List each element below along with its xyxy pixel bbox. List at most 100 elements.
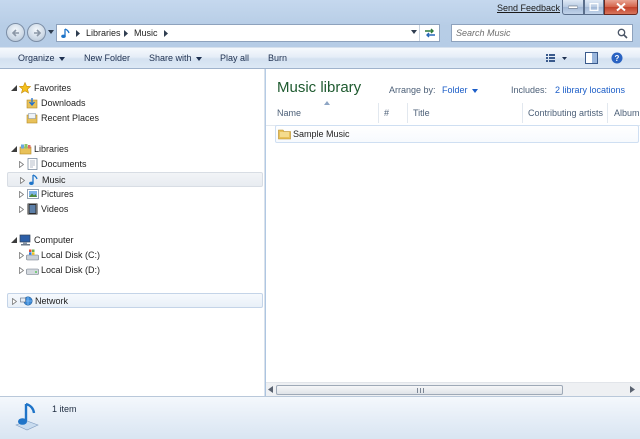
chevron-down-icon <box>471 88 478 93</box>
column-contributing-artists[interactable]: Contributing artists <box>528 108 603 118</box>
breadcrumb-libraries[interactable]: Libraries <box>86 28 121 38</box>
breadcrumb-chevron-icon[interactable] <box>164 30 168 37</box>
breadcrumb-music[interactable]: Music <box>134 28 158 38</box>
horizontal-scrollbar[interactable] <box>266 382 640 396</box>
new-folder-button[interactable]: New Folder <box>84 53 130 63</box>
expand-arrow-icon[interactable] <box>19 252 24 259</box>
expand-arrow-icon[interactable] <box>19 191 24 198</box>
tree-label: Recent Places <box>41 113 100 123</box>
downloads-folder-icon <box>26 98 38 109</box>
address-separator <box>419 25 420 41</box>
details-pane: 1 item <box>0 396 640 439</box>
address-history-dropdown-icon[interactable] <box>411 30 417 34</box>
back-button[interactable] <box>6 23 25 42</box>
chevron-down-icon <box>58 56 65 61</box>
system-drive-icon <box>26 249 39 261</box>
music-library-icon <box>15 402 39 431</box>
expand-arrow-icon[interactable] <box>20 177 25 184</box>
scrollbar-thumb[interactable] <box>276 385 563 395</box>
scrollbar-grip <box>417 388 424 393</box>
column-name[interactable]: Name <box>277 108 301 118</box>
tree-item-music[interactable]: Music <box>7 172 263 187</box>
column-track-number[interactable]: # <box>384 108 389 118</box>
item-count: 1 item <box>52 404 77 414</box>
music-library-icon <box>61 28 70 38</box>
collapse-arrow-icon[interactable] <box>11 146 17 152</box>
forward-arrow-icon <box>34 29 42 37</box>
view-options-icon[interactable] <box>545 52 569 64</box>
file-row[interactable]: Sample Music <box>275 125 639 143</box>
file-name: Sample Music <box>293 129 350 139</box>
column-divider[interactable] <box>522 103 523 123</box>
videos-icon <box>27 203 38 215</box>
column-album[interactable]: Album <box>614 108 640 118</box>
breadcrumb-chevron-icon[interactable] <box>124 30 128 37</box>
collapse-arrow-icon[interactable] <box>11 237 17 243</box>
organize-label: Organize <box>18 53 55 63</box>
column-divider[interactable] <box>407 103 408 123</box>
command-bar: Organize New Folder Share with Play all … <box>0 47 640 69</box>
column-title[interactable]: Title <box>413 108 430 118</box>
search-input[interactable] <box>456 27 606 39</box>
expand-arrow-icon[interactable] <box>19 161 24 168</box>
tree-label: Libraries <box>34 144 69 154</box>
search-icon[interactable] <box>617 28 628 39</box>
search-box[interactable] <box>451 24 633 42</box>
tree-item-videos[interactable]: Videos <box>8 202 258 217</box>
tree-label: Favorites <box>34 83 72 93</box>
pictures-icon <box>27 189 39 199</box>
expand-arrow-icon[interactable] <box>19 206 24 213</box>
tree-item-recent-places[interactable]: Recent Places <box>8 111 258 126</box>
documents-icon <box>27 158 38 170</box>
includes-label: Includes: <box>511 85 548 95</box>
recent-pages-dropdown-icon[interactable] <box>48 30 54 34</box>
tree-label: Network <box>35 296 69 306</box>
column-divider[interactable] <box>378 103 379 123</box>
breadcrumb-chevron-icon[interactable] <box>76 30 80 37</box>
tree-libraries[interactable]: Libraries <box>8 142 258 157</box>
preview-pane-icon[interactable] <box>585 52 598 64</box>
send-feedback-link[interactable]: Send Feedback <box>497 3 560 13</box>
play-all-button[interactable]: Play all <box>220 53 249 63</box>
tree-favorites[interactable]: Favorites <box>8 81 258 96</box>
file-list-pane: Music library Arrange by: Folder Include… <box>266 69 640 396</box>
libraries-icon <box>19 144 32 155</box>
tree-item-downloads[interactable]: Downloads <box>8 96 258 111</box>
tree-item-local-disk-d[interactable]: Local Disk (D:) <box>8 263 258 278</box>
organize-button[interactable]: Organize <box>18 53 65 63</box>
refresh-icon[interactable] <box>423 27 437 39</box>
burn-button[interactable]: Burn <box>268 53 287 63</box>
scroll-right-icon[interactable] <box>630 386 635 393</box>
help-icon[interactable]: ? <box>611 52 623 64</box>
tree-item-pictures[interactable]: Pictures <box>8 187 258 202</box>
star-icon <box>19 82 31 94</box>
tree-item-documents[interactable]: Documents <box>8 157 258 172</box>
close-button[interactable] <box>604 0 638 15</box>
tree-label: Videos <box>41 204 69 214</box>
expand-arrow-icon[interactable] <box>19 267 24 274</box>
tree-label: Pictures <box>41 189 74 199</box>
address-bar[interactable]: Libraries Music <box>56 24 440 42</box>
minimize-button[interactable] <box>562 0 584 15</box>
sort-ascending-icon <box>324 101 330 105</box>
arrange-by-label: Arrange by: <box>389 85 436 95</box>
tree-label: Documents <box>41 159 87 169</box>
tree-computer[interactable]: Computer <box>8 233 258 248</box>
scroll-left-icon[interactable] <box>268 386 273 393</box>
column-divider[interactable] <box>607 103 608 123</box>
tree-item-local-disk-c[interactable]: Local Disk (C:) <box>8 248 258 263</box>
library-locations-link[interactable]: 2 library locations <box>555 85 625 95</box>
maximize-button[interactable] <box>584 0 604 15</box>
collapse-arrow-icon[interactable] <box>11 85 17 91</box>
tree-network[interactable]: Network <box>7 293 263 308</box>
share-with-button[interactable]: Share with <box>149 53 202 63</box>
arrange-by-dropdown[interactable]: Folder <box>442 85 478 95</box>
tree-label: Music <box>42 175 66 185</box>
share-with-label: Share with <box>149 53 192 63</box>
folder-icon <box>278 129 291 140</box>
forward-button[interactable] <box>27 23 46 42</box>
expand-arrow-icon[interactable] <box>12 298 17 305</box>
svg-text:?: ? <box>615 54 620 63</box>
network-icon <box>20 296 33 306</box>
back-arrow-icon <box>11 29 19 37</box>
